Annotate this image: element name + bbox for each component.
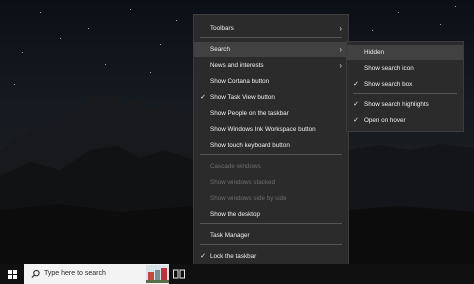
checkmark-icon: ✓ <box>353 101 359 108</box>
menu-item-label: Search <box>210 46 230 53</box>
checkmark-icon: ✓ <box>200 253 206 260</box>
submenu-item-open-on-hover[interactable]: ✓ Open on hover <box>347 113 463 128</box>
menu-item-show-windows-side-by-side: Show windows side by side <box>194 191 348 206</box>
submenu-item-label: Show search icon <box>364 65 414 72</box>
taskbar-context-menu: Toolbars › Search › News and interests › Show … <box>193 14 349 280</box>
submenu-item-show-search-icon[interactable]: Show search icon <box>347 61 463 76</box>
menu-item-label: Lock the taskbar <box>210 253 257 260</box>
task-view-icon[interactable] <box>172 268 186 280</box>
menu-item-label: Show windows side by side <box>210 195 287 202</box>
start-button[interactable] <box>0 264 24 284</box>
menu-item-label: Show Windows Ink Workspace button <box>210 126 316 133</box>
checkmark-icon: ✓ <box>200 94 206 101</box>
menu-separator <box>200 223 342 224</box>
chevron-right-icon: › <box>339 61 342 70</box>
checkmark-icon: ✓ <box>353 117 359 124</box>
taskbar-search-box[interactable]: Type here to search <box>24 264 169 284</box>
menu-item-label: Show the desktop <box>210 211 261 218</box>
submenu-item-show-search-highlights[interactable]: ✓ Show search highlights <box>347 97 463 112</box>
search-icon <box>31 269 40 279</box>
submenu-item-hidden[interactable]: Hidden <box>347 45 463 60</box>
submenu-item-label: Hidden <box>364 49 384 56</box>
search-submenu: Hidden Show search icon ✓ Show search box ✓ S… <box>346 41 464 132</box>
menu-item-show-the-desktop[interactable]: Show the desktop <box>194 207 348 222</box>
menu-item-label: News and interests <box>210 62 264 69</box>
menu-separator <box>200 244 342 245</box>
submenu-item-label: Show search box <box>364 81 413 88</box>
menu-item-task-manager[interactable]: Task Manager <box>194 228 348 243</box>
menu-item-show-windows-ink-workspace-button[interactable]: Show Windows Ink Workspace button <box>194 122 348 137</box>
search-placeholder: Type here to search <box>44 270 106 277</box>
submenu-item-label: Show search highlights <box>364 101 429 108</box>
menu-separator <box>353 93 457 94</box>
menu-item-show-cortana-button[interactable]: Show Cortana button <box>194 74 348 89</box>
chevron-right-icon: › <box>339 24 342 33</box>
menu-item-label: Show Cortana button <box>210 78 270 85</box>
menu-item-show-touch-keyboard-button[interactable]: Show touch keyboard button <box>194 138 348 153</box>
menu-item-label: Cascade windows <box>210 163 261 170</box>
checkmark-icon: ✓ <box>353 81 359 88</box>
menu-item-show-people-on-the-taskbar[interactable]: Show People on the taskbar <box>194 106 348 121</box>
menu-item-search[interactable]: Search › <box>194 42 348 57</box>
menu-item-label: Show windows stacked <box>210 179 276 186</box>
menu-item-label: Show Task View button <box>210 94 275 101</box>
menu-item-label: Show touch keyboard button <box>210 142 290 149</box>
submenu-item-show-search-box[interactable]: ✓ Show search box <box>347 77 463 92</box>
search-highlight-image <box>146 265 169 283</box>
menu-item-cascade-windows: Cascade windows <box>194 159 348 174</box>
menu-item-label: Show People on the taskbar <box>210 110 289 117</box>
menu-item-lock-the-taskbar[interactable]: ✓ Lock the taskbar <box>194 249 348 264</box>
menu-item-show-windows-stacked: Show windows stacked <box>194 175 348 190</box>
menu-item-label: Task Manager <box>210 232 250 239</box>
menu-separator <box>200 37 342 38</box>
menu-item-news-and-interests[interactable]: News and interests › <box>194 58 348 73</box>
menu-separator <box>200 154 342 155</box>
menu-item-toolbars[interactable]: Toolbars › <box>194 21 348 36</box>
taskbar: Type here to search <box>0 264 474 284</box>
chevron-right-icon: › <box>339 45 342 54</box>
menu-item-show-task-view-button[interactable]: ✓ Show Task View button <box>194 90 348 105</box>
menu-item-label: Toolbars <box>210 25 234 32</box>
windows-logo-icon <box>8 270 17 279</box>
submenu-item-label: Open on hover <box>364 117 406 124</box>
